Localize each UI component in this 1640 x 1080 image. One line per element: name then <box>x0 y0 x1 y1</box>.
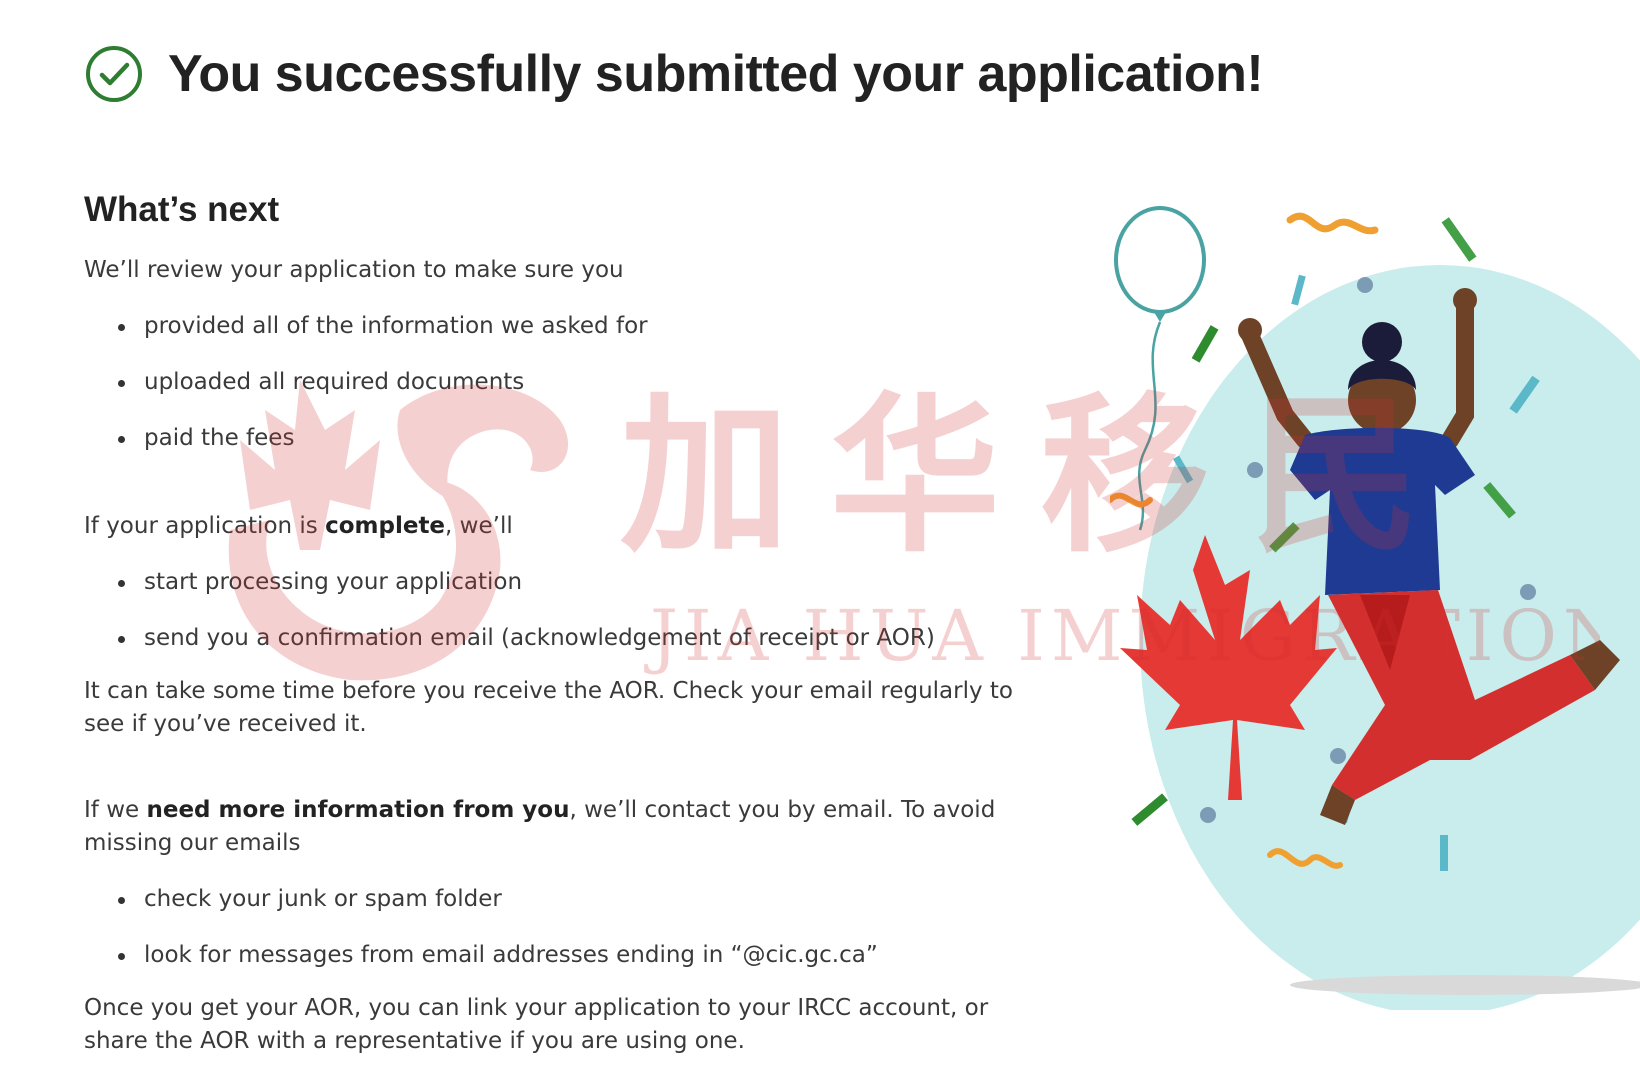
complete-intro-start: If your application is <box>84 513 326 539</box>
review-intro: We’ll review your application to make su… <box>84 257 624 283</box>
email-tips-list: check your junk or spam folder look for … <box>84 883 1044 972</box>
list-item: provided all of the information we asked… <box>84 310 1044 343</box>
page-title: You successfully submitted your applicat… <box>168 45 1264 103</box>
check-circle-icon <box>86 46 142 102</box>
complete-list: start processing your application send y… <box>84 566 1044 655</box>
whats-next-section: What’s next We’ll review your applicatio… <box>84 190 1044 1058</box>
celebration-illustration <box>1110 206 1640 1010</box>
list-item: look for messages from email addresses e… <box>84 939 1044 972</box>
complete-intro-end: , we’ll <box>445 513 513 539</box>
more-info-emphasis: need more information from you <box>146 797 570 823</box>
list-item: check your junk or spam folder <box>84 883 1044 916</box>
complete-emphasis: complete <box>325 513 446 539</box>
success-header: You successfully submitted your applicat… <box>84 44 1264 104</box>
complete-intro: If your application is complete, we’ll <box>84 510 1044 543</box>
section-heading: What’s next <box>84 190 280 229</box>
list-item: uploaded all required documents <box>84 366 1044 399</box>
review-list: provided all of the information we asked… <box>84 310 1044 455</box>
list-item: start processing your application <box>84 566 1044 599</box>
ground-shadow <box>1290 975 1640 995</box>
aor-time-note: It can take some time before you receive… <box>84 678 1013 737</box>
more-info-intro: If we need more information from you, we… <box>84 794 1044 860</box>
list-item: send you a confirmation email (acknowled… <box>84 622 1044 655</box>
more-info-start: If we <box>84 797 147 823</box>
list-item: paid the fees <box>84 422 1044 455</box>
link-account-note: Once you get your AOR, you can link your… <box>84 995 989 1054</box>
